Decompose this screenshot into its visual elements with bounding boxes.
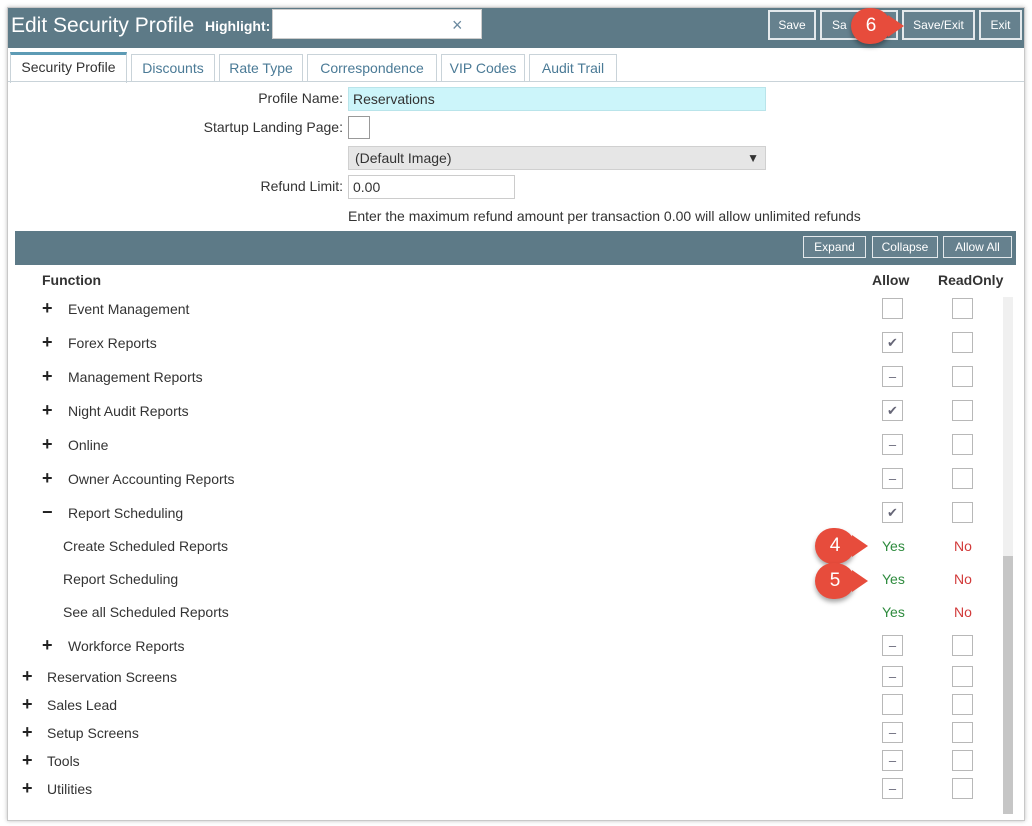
readonly-checkbox[interactable] — [952, 400, 973, 421]
startup-landing-checkbox[interactable] — [348, 116, 370, 139]
highlight-input[interactable] — [272, 9, 482, 39]
allow-yes-toggle[interactable]: Yes — [882, 538, 905, 554]
profile-name-label: Profile Name: — [258, 90, 343, 106]
allow-column-header: Allow — [872, 272, 910, 288]
tab-vip-codes[interactable]: VIP Codes — [441, 54, 525, 82]
expand-button[interactable]: Expand — [803, 236, 866, 258]
expand-icon[interactable]: + — [22, 694, 33, 715]
allow-yes-toggle[interactable]: Yes — [882, 604, 905, 620]
expand-icon[interactable]: + — [42, 298, 53, 319]
readonly-checkbox[interactable] — [952, 366, 973, 387]
readonly-no-toggle[interactable]: No — [954, 571, 972, 587]
expand-icon[interactable]: + — [22, 750, 33, 771]
security-profile-window: Edit Security Profile Highlight: × Save … — [7, 7, 1025, 821]
readonly-checkbox[interactable] — [952, 778, 973, 799]
readonly-checkbox[interactable] — [952, 298, 973, 319]
image-select[interactable]: (Default Image) ▼ — [348, 146, 766, 170]
tab-audit-trail[interactable]: Audit Trail — [529, 54, 617, 82]
callout-badge-5: 5 — [815, 563, 868, 599]
readonly-column-header: ReadOnly — [938, 272, 1004, 288]
readonly-checkbox[interactable] — [952, 666, 973, 687]
function-label: Event Management — [68, 301, 190, 317]
tab-discounts[interactable]: Discounts — [131, 54, 215, 82]
clear-icon[interactable]: × — [452, 15, 463, 36]
expand-icon[interactable]: + — [42, 468, 53, 489]
readonly-checkbox[interactable] — [952, 468, 973, 489]
chevron-down-icon: ▼ — [747, 151, 759, 165]
function-label: Report Scheduling — [68, 505, 184, 521]
function-label: Create Scheduled Reports — [63, 538, 228, 554]
expand-icon[interactable]: + — [22, 722, 33, 743]
tab-rate-type[interactable]: Rate Type — [219, 54, 303, 82]
expand-icon[interactable]: + — [42, 400, 53, 421]
function-label: Management Reports — [68, 369, 203, 385]
readonly-no-toggle[interactable]: No — [954, 604, 972, 620]
image-select-value: (Default Image) — [355, 150, 452, 166]
callout-badge-4: 4 — [815, 528, 868, 564]
readonly-checkbox[interactable] — [952, 434, 973, 455]
allow-checkbox[interactable]: – — [882, 434, 903, 455]
expand-icon[interactable]: + — [22, 778, 33, 799]
highlight-label: Highlight: — [205, 18, 271, 34]
allow-checkbox[interactable]: – — [882, 468, 903, 489]
allow-all-button[interactable]: Allow All — [943, 236, 1012, 258]
readonly-no-toggle[interactable]: No — [954, 538, 972, 554]
function-label: Report Scheduling — [63, 571, 179, 587]
allow-checkbox[interactable]: – — [882, 778, 903, 799]
readonly-checkbox[interactable] — [952, 694, 973, 715]
startup-landing-label: Startup Landing Page: — [203, 119, 343, 135]
allow-checkbox[interactable]: – — [882, 366, 903, 387]
expand-icon[interactable]: + — [42, 366, 53, 387]
function-label: Utilities — [47, 781, 93, 797]
collapse-icon[interactable]: − — [42, 502, 53, 523]
function-label: Setup Screens — [47, 725, 139, 741]
tab-bar: Security Profile Discounts Rate Type Cor… — [8, 52, 1024, 83]
expand-icon[interactable]: + — [42, 434, 53, 455]
expand-icon[interactable]: + — [42, 332, 53, 353]
readonly-checkbox[interactable] — [952, 635, 973, 656]
function-label: See all Scheduled Reports — [63, 604, 229, 620]
tab-divider — [8, 81, 1024, 82]
grid-toolbar: Expand Collapse Allow All — [15, 231, 1016, 265]
function-label: Online — [68, 437, 109, 453]
function-label: Tools — [47, 753, 80, 769]
readonly-checkbox[interactable] — [952, 750, 973, 771]
function-column-header: Function — [42, 272, 102, 288]
allow-yes-toggle[interactable]: Yes — [882, 571, 905, 587]
callout-badge-6: 6 — [851, 8, 904, 44]
function-label: Owner Accounting Reports — [68, 471, 235, 487]
allow-checkbox[interactable]: – — [882, 666, 903, 687]
allow-checkbox[interactable]: ✔ — [882, 332, 903, 353]
refund-hint: Enter the maximum refund amount per tran… — [348, 208, 861, 224]
collapse-button[interactable]: Collapse — [872, 236, 938, 258]
function-label: Night Audit Reports — [68, 403, 189, 419]
allow-checkbox[interactable]: – — [882, 750, 903, 771]
refund-limit-label: Refund Limit: — [260, 178, 343, 194]
profile-name-field[interactable]: Reservations — [348, 87, 766, 111]
scrollbar-thumb[interactable] — [1003, 556, 1013, 814]
allow-checkbox[interactable]: – — [882, 722, 903, 743]
function-label: Reservation Screens — [47, 669, 177, 685]
expand-icon[interactable]: + — [42, 635, 53, 656]
allow-checkbox[interactable]: ✔ — [882, 400, 903, 421]
readonly-checkbox[interactable] — [952, 332, 973, 353]
allow-checkbox[interactable]: ✔ — [882, 502, 903, 523]
tab-security-profile[interactable]: Security Profile — [10, 52, 127, 83]
function-label: Sales Lead — [47, 697, 118, 713]
function-label: Forex Reports — [68, 335, 157, 351]
readonly-checkbox[interactable] — [952, 502, 973, 523]
save-exit-button[interactable]: Save/Exit — [902, 10, 975, 40]
tab-correspondence[interactable]: Correspondence — [307, 54, 437, 82]
exit-button[interactable]: Exit — [979, 10, 1022, 40]
expand-icon[interactable]: + — [22, 666, 33, 687]
refund-limit-field[interactable]: 0.00 — [348, 175, 515, 199]
allow-checkbox[interactable] — [882, 298, 903, 319]
page-title: Edit Security Profile — [11, 14, 195, 37]
allow-checkbox[interactable]: – — [882, 635, 903, 656]
save-button[interactable]: Save — [768, 10, 816, 40]
readonly-checkbox[interactable] — [952, 722, 973, 743]
function-label: Workforce Reports — [68, 638, 185, 654]
allow-checkbox[interactable] — [882, 694, 903, 715]
